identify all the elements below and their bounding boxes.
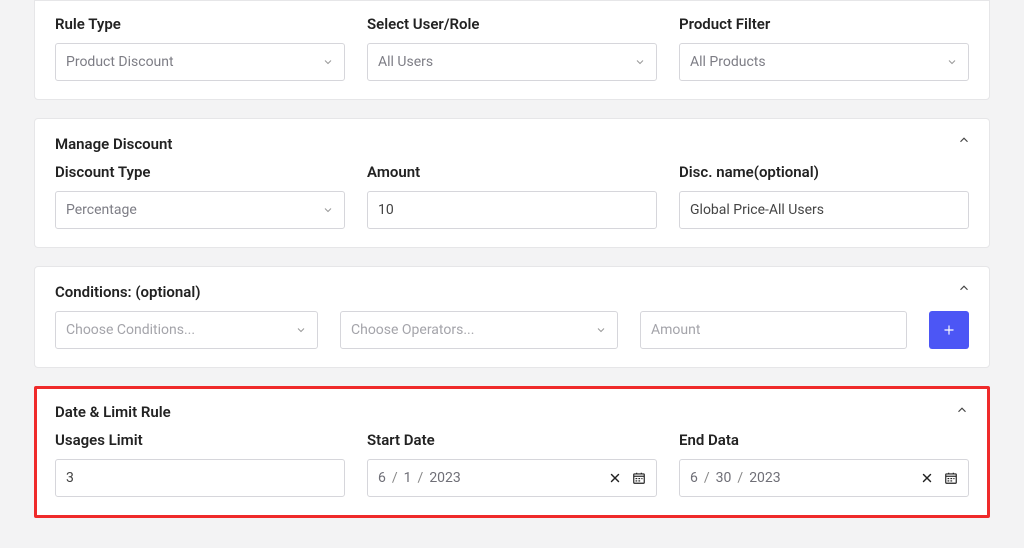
label-usages-limit: Usages Limit — [55, 431, 345, 449]
section-title-conditions: Conditions: (optional) — [55, 283, 969, 301]
select-condition-placeholder: Choose Conditions... — [66, 322, 195, 338]
field-amount: Amount 10 — [367, 163, 657, 229]
section-title-date-limit: Date & Limit Rule — [55, 403, 969, 421]
field-discount-type: Discount Type Percentage — [55, 163, 345, 229]
clear-icon[interactable] — [608, 471, 622, 485]
chevron-down-icon — [295, 324, 307, 336]
chevron-down-icon — [946, 56, 958, 68]
label-disc-name: Disc. name(optional) — [679, 163, 969, 181]
field-product-filter: Product Filter All Products — [679, 15, 969, 81]
field-user-role: Select User/Role All Users — [367, 15, 657, 81]
add-condition-button[interactable] — [929, 311, 969, 349]
chevron-down-icon — [322, 56, 334, 68]
field-rule-type: Rule Type Product Discount — [55, 15, 345, 81]
plus-icon — [942, 323, 956, 337]
label-rule-type: Rule Type — [55, 15, 345, 33]
panel-manage-discount: Manage Discount Discount Type Percentage… — [34, 118, 990, 248]
chevron-down-icon — [595, 324, 607, 336]
panel-date-limit: Date & Limit Rule Usages Limit 3 Start D… — [34, 386, 990, 518]
start-date-value: 6/1/2023 — [378, 470, 461, 486]
panel-rule-basics: Rule Type Product Discount Select User/R… — [34, 0, 990, 100]
input-end-date[interactable]: 6/30/2023 — [679, 459, 969, 497]
clear-icon[interactable] — [920, 471, 934, 485]
field-disc-name: Disc. name(optional) Global Price-All Us… — [679, 163, 969, 229]
select-user-role-value: All Users — [378, 54, 433, 70]
label-start-date: Start Date — [367, 431, 657, 449]
select-operator[interactable]: Choose Operators... — [340, 311, 618, 349]
label-discount-type: Discount Type — [55, 163, 345, 181]
select-rule-type-value: Product Discount — [66, 54, 174, 70]
input-disc-name-value: Global Price-All Users — [690, 202, 824, 218]
field-usages-limit: Usages Limit 3 — [55, 431, 345, 497]
chevron-down-icon — [634, 56, 646, 68]
select-product-filter[interactable]: All Products — [679, 43, 969, 81]
collapse-toggle[interactable] — [957, 281, 971, 295]
select-discount-type-value: Percentage — [66, 202, 137, 218]
select-operator-placeholder: Choose Operators... — [351, 322, 474, 338]
chevron-down-icon — [322, 204, 334, 216]
end-date-value: 6/30/2023 — [690, 470, 781, 486]
input-condition-amount[interactable]: Amount — [640, 311, 907, 349]
label-product-filter: Product Filter — [679, 15, 969, 33]
select-rule-type[interactable]: Product Discount — [55, 43, 345, 81]
label-end-date: End Data — [679, 431, 969, 449]
calendar-icon[interactable] — [944, 471, 958, 485]
input-start-date[interactable]: 6/1/2023 — [367, 459, 657, 497]
select-user-role[interactable]: All Users — [367, 43, 657, 81]
collapse-toggle[interactable] — [957, 133, 971, 147]
input-usages-limit-value: 3 — [66, 470, 74, 486]
select-product-filter-value: All Products — [690, 54, 766, 70]
collapse-toggle[interactable] — [955, 403, 969, 417]
input-condition-amount-placeholder: Amount — [651, 322, 700, 338]
input-usages-limit[interactable]: 3 — [55, 459, 345, 497]
input-amount[interactable]: 10 — [367, 191, 657, 229]
input-disc-name[interactable]: Global Price-All Users — [679, 191, 969, 229]
section-title-manage-discount: Manage Discount — [55, 135, 969, 153]
label-user-role: Select User/Role — [367, 15, 657, 33]
panel-conditions: Conditions: (optional) Choose Conditions… — [34, 266, 990, 368]
input-amount-value: 10 — [378, 202, 394, 218]
field-end-date: End Data 6/30/2023 — [679, 431, 969, 497]
calendar-icon[interactable] — [632, 471, 646, 485]
select-discount-type[interactable]: Percentage — [55, 191, 345, 229]
label-amount: Amount — [367, 163, 657, 181]
select-condition[interactable]: Choose Conditions... — [55, 311, 318, 349]
field-start-date: Start Date 6/1/2023 — [367, 431, 657, 497]
